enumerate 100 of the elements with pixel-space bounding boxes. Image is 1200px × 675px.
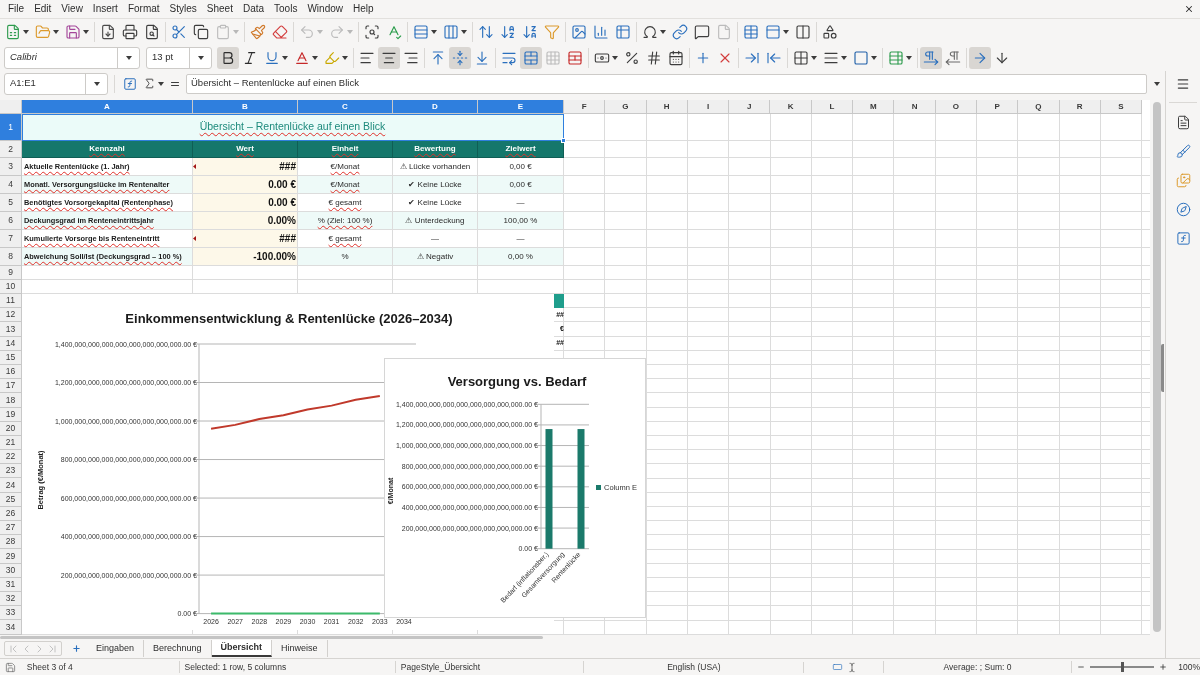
caret-icon [83,29,89,34]
page-icon [716,23,732,40]
row-header[interactable]: 27 [0,521,22,536]
rectangle-icon[interactable] [830,662,844,672]
column-header[interactable]: N [894,100,936,114]
table-cell: % [298,248,393,266]
formula-input[interactable]: Übersicht – Rentenlücke auf einen Blick [186,73,1147,94]
row-header[interactable]: 23 [0,464,22,479]
column-header[interactable]: P [976,100,1019,114]
align-center-button[interactable] [378,46,400,69]
row-header[interactable]: 6 [0,212,22,230]
row-header[interactable]: 1 [0,114,22,141]
italic-icon [242,49,258,66]
caret-icon [158,81,164,86]
column-header[interactable]: G [605,100,647,114]
sheet-tab[interactable]: Berechnung [144,640,212,657]
square-icon [853,49,869,66]
column-header[interactable]: L [811,100,854,114]
menu-item[interactable]: Format [123,2,164,16]
zoom-in-button[interactable] [1158,661,1169,673]
column-header[interactable]: A [22,100,193,114]
column-header[interactable]: I [687,100,730,114]
column-header[interactable]: E [478,100,564,114]
column-header[interactable]: F [564,100,606,114]
font-name-combobox[interactable]: Calibri [4,46,140,69]
file-download-icon [100,23,116,40]
sheet-tab[interactable]: Hinweise [272,640,328,657]
sidebar-handle[interactable] [1161,343,1164,392]
horizontal-scrollbar[interactable] [0,635,543,639]
row-header[interactable]: 11 [0,294,22,309]
row-header[interactable]: 29 [0,549,22,564]
row-header[interactable]: 3 [0,158,22,176]
column-header[interactable]: D [393,100,478,114]
menu-item[interactable]: Help [349,2,378,16]
font-size-combobox[interactable]: 13 pt [146,46,212,69]
row-header[interactable]: 28 [0,535,22,550]
align-middle-button[interactable] [449,46,471,69]
column-header[interactable]: R [1059,100,1101,114]
row-header[interactable]: 4 [0,176,22,194]
row-header[interactable]: 12 [0,308,22,323]
column-header[interactable]: K [770,100,812,114]
table-icon [888,49,904,66]
vertical-scrollbar[interactable] [1153,102,1161,632]
funnel-icon [544,23,560,40]
file-search-icon [144,23,160,40]
row-header[interactable]: 34 [0,620,22,635]
merge-center-button[interactable] [520,46,542,69]
menu-item[interactable]: Sheet [202,2,237,16]
sheet-tab[interactable]: Eingaben [87,640,145,657]
letter-underline-icon [294,49,310,66]
column-header[interactable]: J [729,100,771,114]
column-header[interactable]: C [298,100,393,114]
selection-handle[interactable] [561,138,566,143]
menu-item[interactable]: Styles [165,2,201,16]
zoom-slider-thumb[interactable] [1120,662,1124,672]
menu-item[interactable]: File [4,2,29,16]
menu-item[interactable]: View [57,2,87,16]
column-header[interactable]: M [853,100,895,114]
cell-value: -100.00% [253,250,296,264]
row-header[interactable]: 8 [0,248,22,266]
row-header[interactable]: 10 [0,280,22,294]
row-header[interactable]: 22 [0,450,22,465]
caret-icon [125,55,132,60]
menu-icon [1176,77,1190,91]
row-header[interactable]: 33 [0,606,22,621]
row-header[interactable]: 13 [0,322,22,337]
row-header[interactable]: 5 [0,194,22,212]
page-style: PageStyle_Übersicht [400,661,481,672]
caret-icon [342,55,348,60]
row-header[interactable]: 17 [0,379,22,394]
picture-icon [571,23,587,40]
rows-icon [413,23,429,40]
column-header[interactable]: S [1100,100,1143,114]
cell-value: 0.00 € [268,196,296,210]
chart-title: Versorgung vs. Bedarf [447,374,587,389]
row-header[interactable]: 18 [0,393,22,408]
column-header[interactable]: H [646,100,688,114]
menu-item[interactable]: Tools [270,2,302,16]
left-to-right-button[interactable] [920,46,942,69]
row-header[interactable]: 9 [0,266,22,280]
row-header[interactable]: 7 [0,230,22,248]
name-box[interactable]: A1:E1 [4,72,108,95]
table-cell: 0,00 € [478,176,564,194]
speech-bubble-icon [694,23,710,40]
menu-item[interactable]: Window [303,2,347,16]
menu-item[interactable]: Data [238,2,269,16]
row-header[interactable]: 24 [0,478,22,493]
column-header[interactable]: O [935,100,977,114]
menu-item[interactable]: Edit [30,2,56,16]
bold-button[interactable] [217,46,239,69]
column-header[interactable]: Q [1018,100,1060,114]
text-direction-button[interactable] [969,46,991,69]
sheet-tab[interactable]: Übersicht [211,640,273,657]
underline-icon [264,49,280,66]
row-header[interactable]: 2 [0,141,22,158]
menu-item[interactable]: Insert [88,2,122,16]
pilcrow-icon [945,49,961,66]
column-header[interactable]: B [193,100,298,114]
copy-icon [193,23,209,40]
function-icon [123,76,137,91]
